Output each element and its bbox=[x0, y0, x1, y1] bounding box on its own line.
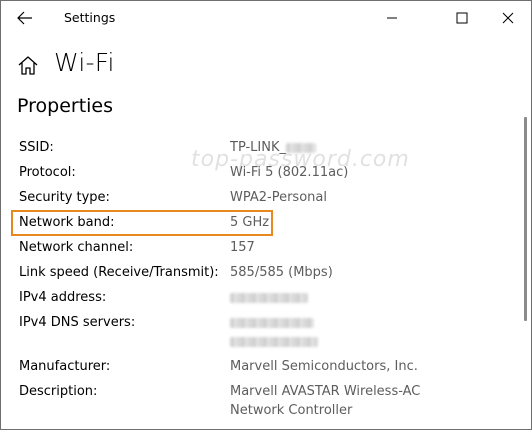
redacted-ssid-suffix bbox=[286, 142, 317, 153]
ssid-value: TP-LINK_ bbox=[230, 140, 317, 155]
home-icon bbox=[18, 56, 38, 75]
title-bar: Settings bbox=[1, 1, 531, 35]
network-channel-value: 157 bbox=[230, 240, 255, 255]
ipv4-address-value bbox=[230, 290, 308, 305]
maximize-button[interactable] bbox=[439, 1, 485, 35]
redacted-ipv4 bbox=[230, 292, 308, 303]
description-value-line1: Marvell AVASTAR Wireless-AC bbox=[230, 384, 421, 399]
minimize-icon bbox=[387, 17, 397, 19]
manufacturer-label: Manufacturer: bbox=[19, 359, 111, 374]
security-type-label: Security type: bbox=[19, 190, 110, 205]
link-speed-value: 585/585 (Mbps) bbox=[230, 265, 333, 280]
ssid-label: SSID: bbox=[19, 140, 54, 155]
network-band-label: Network band: bbox=[19, 215, 115, 230]
page-title: Wi-Fi bbox=[54, 48, 115, 77]
minimize-button[interactable] bbox=[369, 1, 415, 35]
maximize-icon bbox=[456, 12, 468, 24]
ssid-text: TP-LINK_ bbox=[230, 140, 287, 155]
redacted-dns-2 bbox=[230, 336, 318, 347]
network-band-value: 5 GHz bbox=[230, 215, 270, 230]
settings-window: Settings Wi-Fi Properties top-password.c… bbox=[0, 0, 532, 430]
ipv4-dns-value-1 bbox=[230, 315, 314, 330]
close-icon bbox=[502, 12, 514, 24]
security-type-value: WPA2-Personal bbox=[230, 190, 327, 205]
ipv4-dns-value-2 bbox=[230, 334, 318, 349]
manufacturer-value: Marvell Semiconductors, Inc. bbox=[230, 359, 418, 374]
close-button[interactable] bbox=[485, 1, 531, 35]
ipv4-address-label: IPv4 address: bbox=[19, 290, 107, 305]
back-arrow-icon bbox=[17, 11, 32, 25]
vertical-scrollbar[interactable] bbox=[524, 117, 527, 321]
window-title: Settings bbox=[64, 10, 116, 25]
link-speed-label: Link speed (Receive/Transmit): bbox=[19, 265, 219, 280]
protocol-label: Protocol: bbox=[19, 165, 76, 180]
section-title: Properties bbox=[17, 95, 114, 117]
network-channel-label: Network channel: bbox=[19, 240, 134, 255]
protocol-value: Wi-Fi 5 (802.11ac) bbox=[230, 165, 349, 180]
description-value-line2: Network Controller bbox=[230, 403, 353, 418]
description-label: Description: bbox=[19, 384, 98, 399]
redacted-dns-1 bbox=[230, 317, 314, 328]
ipv4-dns-label: IPv4 DNS servers: bbox=[19, 315, 136, 330]
back-button[interactable] bbox=[15, 9, 35, 27]
home-button[interactable] bbox=[17, 54, 39, 76]
